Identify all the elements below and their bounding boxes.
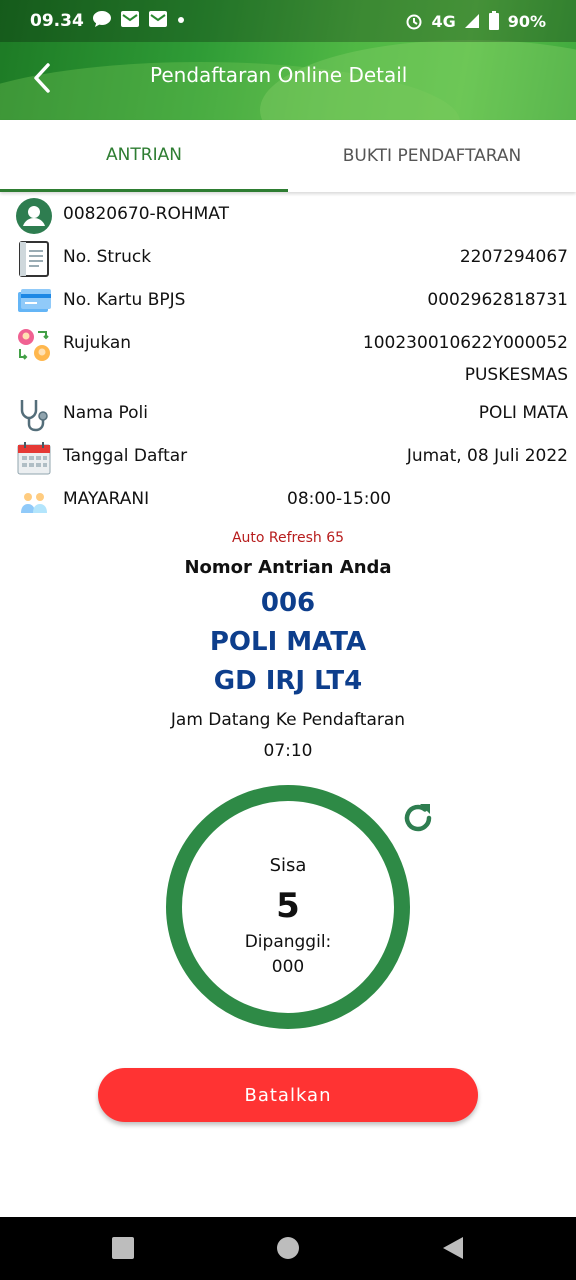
poli-label: Nama Poli (63, 403, 149, 423)
battery-icon (488, 11, 499, 30)
refresh-icon[interactable] (398, 798, 438, 838)
triangle-back-icon[interactable] (440, 1235, 466, 1261)
mail-icon (121, 11, 139, 27)
doctor-schedule: 08:00-15:00 (287, 489, 392, 509)
chat-bubble-icon (93, 11, 111, 27)
person-icon (16, 198, 52, 234)
patient-row: 00820670-ROHMAT (16, 198, 568, 234)
tanggal-row: Tanggal Daftar Jumat, 08 Juli 2022 (16, 440, 568, 476)
rujukan-value: 100230010622Y000052 (362, 333, 568, 353)
page-title: Pendaftaran Online Detail (150, 63, 408, 87)
queue-location: GD IRJ LT4 (213, 666, 363, 696)
rujukan-label: Rujukan (63, 333, 132, 353)
tanggal-value: Jumat, 08 Juli 2022 (406, 446, 568, 466)
queue-number: 006 (260, 588, 316, 618)
app-header: 09.34 4G 90% Pendaftaran Online Detail (0, 0, 576, 120)
tab-bukti-pendaftaran[interactable]: BUKTI PENDAFTARAN (288, 120, 576, 192)
square-icon[interactable] (110, 1235, 136, 1261)
remaining-label: Sisa (269, 855, 307, 876)
status-time: 09.34 (30, 11, 84, 31)
queue-poli: POLI MATA (209, 627, 367, 657)
remaining-value: 5 (276, 886, 300, 926)
doctors-icon (21, 493, 47, 513)
poli-value: POLI MATA (478, 403, 568, 423)
struck-row: No. Struck 2207294067 (16, 241, 568, 277)
status-bar: 09.34 4G 90% (0, 0, 576, 42)
dokter-row: MAYARANI 08:00-15:00 (16, 483, 568, 519)
bpjs-label: No. Kartu BPJS (63, 290, 186, 310)
network-type: 4G (431, 11, 456, 31)
auto-refresh-countdown: Auto Refresh 65 (231, 530, 345, 546)
document-icon (19, 241, 49, 277)
called-label: Dipanggil: (244, 932, 332, 952)
bpjs-value: 0002962818731 (427, 290, 568, 310)
queue-title: Nomor Antrian Anda (184, 557, 392, 578)
circle-icon[interactable] (275, 1235, 301, 1261)
status-right: 4G 90% (405, 11, 546, 31)
arrival-time: 07:10 (263, 741, 313, 761)
signal-icon (464, 14, 479, 28)
called-value: 000 (271, 957, 305, 977)
bpjs-row: No. Kartu BPJS 0002962818731 (16, 284, 568, 320)
rujukan-row: Rujukan 100230010622Y000052 PUSKESMAS (16, 327, 568, 385)
poli-row: Nama Poli POLI MATA (16, 397, 568, 433)
tanggal-label: Tanggal Daftar (63, 446, 188, 466)
tab-antrian[interactable]: ANTRIAN (0, 120, 288, 192)
battery-level: 90% (507, 11, 546, 31)
tab-bar: ANTRIAN BUKTI PENDAFTARAN (0, 120, 576, 192)
cancel-button[interactable]: Batalkan (98, 1068, 478, 1122)
notification-icons (92, 10, 186, 28)
stethoscope-icon (20, 400, 48, 432)
referral-icon (18, 329, 50, 361)
card-icon (18, 289, 51, 312)
dot-icon (178, 17, 184, 23)
doctor-name: MAYARANI (63, 489, 150, 509)
rujukan-source: PUSKESMAS (464, 365, 568, 385)
arrow-back-icon[interactable] (26, 60, 62, 96)
system-nav-bar (0, 1217, 576, 1280)
calendar-icon (17, 442, 51, 475)
struck-value: 2207294067 (459, 247, 568, 267)
patient-id: 00820670-ROHMAT (63, 204, 229, 224)
arrival-label: Jam Datang Ke Pendaftaran (170, 710, 406, 730)
mail-icon (149, 11, 167, 27)
struck-label: No. Struck (63, 247, 152, 267)
alarm-icon (406, 14, 422, 30)
